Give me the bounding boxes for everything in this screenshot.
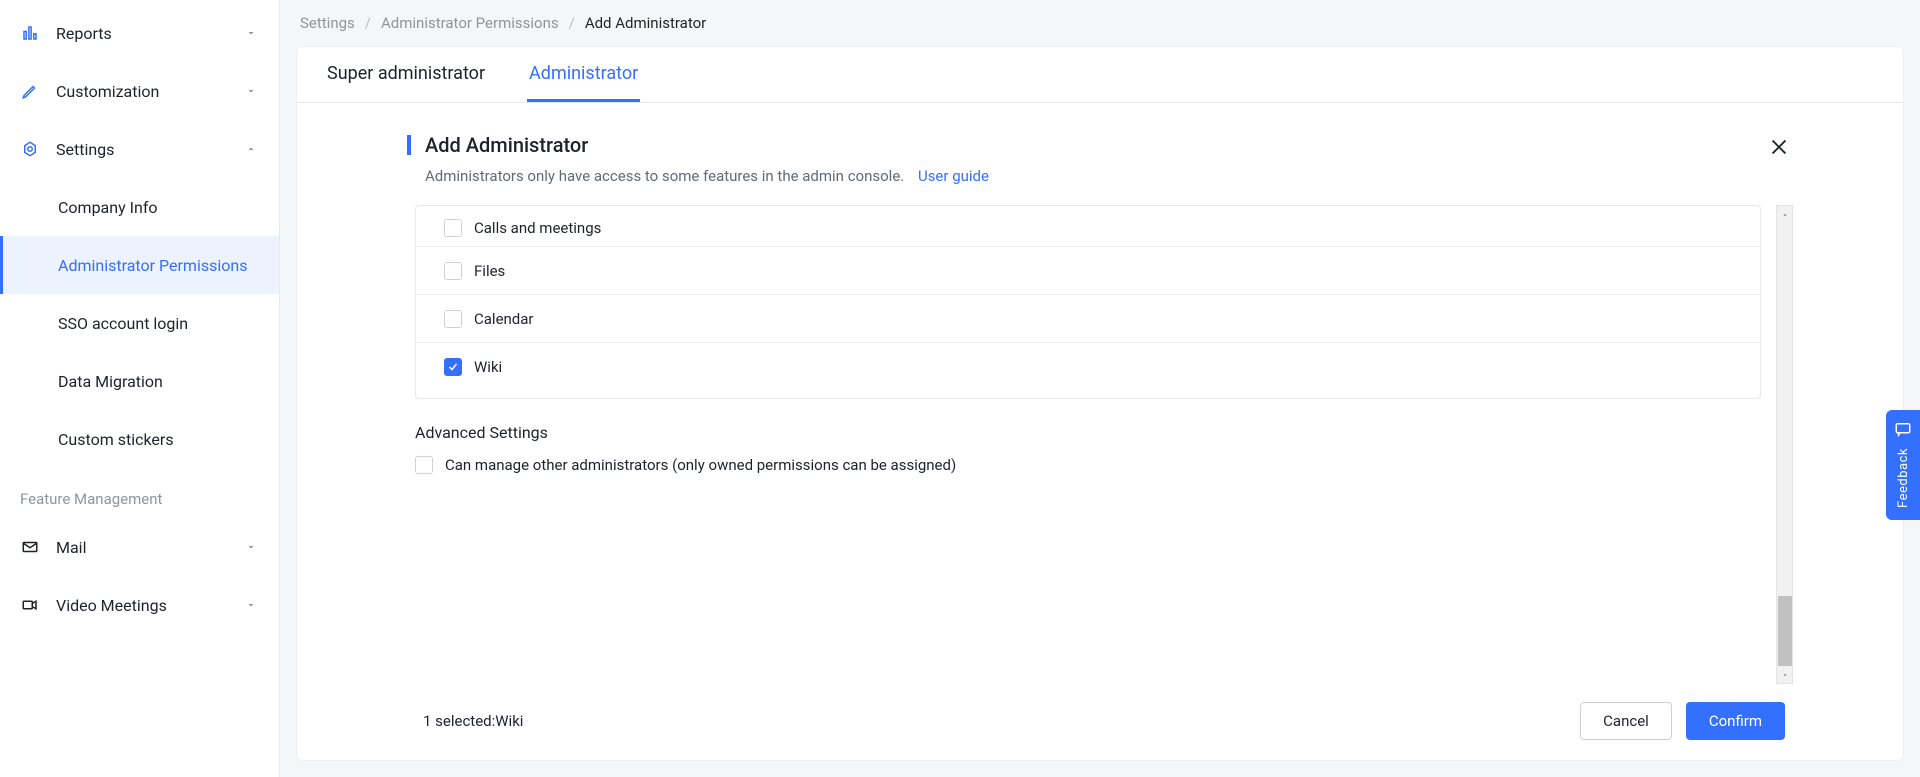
chart-icon <box>20 23 40 43</box>
checkbox[interactable] <box>444 262 462 280</box>
panel: Super administrator Administrator Add Ad… <box>296 46 1904 761</box>
sidebar-sub-company-info[interactable]: Company Info <box>0 178 279 236</box>
sidebar-label: Reports <box>56 24 112 43</box>
pencil-icon <box>20 81 40 101</box>
perm-label: Calendar <box>474 310 534 328</box>
selected-summary: 1 selected:Wiki <box>423 712 523 730</box>
content: Add Administrator Administrators only ha… <box>297 103 1903 760</box>
main: Settings / Administrator Permissions / A… <box>280 0 1920 777</box>
checkbox[interactable] <box>444 310 462 328</box>
tabs: Super administrator Administrator <box>297 47 1903 103</box>
perm-row-calendar[interactable]: Calendar <box>416 294 1760 342</box>
checkbox[interactable] <box>415 456 433 474</box>
breadcrumb-current: Add Administrator <box>585 14 706 32</box>
feedback-tab[interactable]: Feedback <box>1886 410 1920 520</box>
tab-admin[interactable]: Administrator <box>527 47 640 102</box>
feedback-icon <box>1894 420 1912 442</box>
perm-label: Files <box>474 262 505 280</box>
sidebar-item-reports[interactable]: Reports <box>0 4 279 62</box>
chevron-down-icon <box>243 597 259 613</box>
tab-super-admin[interactable]: Super administrator <box>325 47 487 102</box>
sidebar-sub-admin-permissions[interactable]: Administrator Permissions <box>0 236 279 294</box>
advanced-heading: Advanced Settings <box>415 423 1769 442</box>
cancel-button[interactable]: Cancel <box>1580 702 1672 740</box>
perm-row-calls[interactable]: Calls and meetings <box>416 206 1760 246</box>
confirm-button[interactable]: Confirm <box>1686 702 1785 740</box>
user-guide-link[interactable]: User guide <box>918 167 989 185</box>
video-icon <box>20 595 40 615</box>
page-title: Add Administrator <box>407 133 989 157</box>
close-button[interactable] <box>1765 133 1793 161</box>
permissions-block: Calls and meetings Files <box>415 205 1761 399</box>
sidebar-sub-label: Data Migration <box>58 372 163 391</box>
sidebar-sub-data-migration[interactable]: Data Migration <box>0 352 279 410</box>
sidebar-sub-sso[interactable]: SSO account login <box>0 294 279 352</box>
breadcrumb-sep: / <box>365 14 371 32</box>
sidebar-sub-custom-stickers[interactable]: Custom stickers <box>0 410 279 468</box>
feedback-label: Feedback <box>1896 448 1911 508</box>
title-accent-bar <box>407 135 411 155</box>
close-icon <box>1768 136 1790 158</box>
gear-icon <box>20 139 40 159</box>
page-subtitle: Administrators only have access to some … <box>425 167 989 185</box>
sidebar-sub-label: Company Info <box>58 198 158 217</box>
sidebar-label: Customization <box>56 82 159 101</box>
scroll-up-arrow[interactable] <box>1777 206 1792 223</box>
advanced-row-manage-others[interactable]: Can manage other administrators (only ow… <box>415 456 1769 474</box>
sidebar-item-mail[interactable]: Mail <box>0 518 279 576</box>
perm-row-files[interactable]: Files <box>416 246 1760 294</box>
breadcrumb: Settings / Administrator Permissions / A… <box>280 0 1920 46</box>
chevron-up-icon <box>243 141 259 157</box>
sidebar-sub-label: Administrator Permissions <box>58 256 247 275</box>
sidebar-sub-label: SSO account login <box>58 314 188 333</box>
sidebar-item-customization[interactable]: Customization <box>0 62 279 120</box>
sidebar-sub-label: Custom stickers <box>58 430 174 449</box>
sidebar-label: Video Meetings <box>56 596 167 615</box>
sidebar-section-feature: Feature Management <box>0 468 279 518</box>
perm-row-wiki[interactable]: Wiki <box>416 342 1760 390</box>
breadcrumb-item[interactable]: Administrator Permissions <box>381 14 559 32</box>
subtitle-text: Administrators only have access to some … <box>425 167 904 185</box>
chevron-down-icon <box>243 539 259 555</box>
scroll-thumb[interactable] <box>1778 596 1792 666</box>
sidebar-item-video-meetings[interactable]: Video Meetings <box>0 576 279 634</box>
sidebar-label: Settings <box>56 140 114 159</box>
footer: 1 selected:Wiki Cancel Confirm <box>407 684 1793 760</box>
page-title-text: Add Administrator <box>425 133 588 157</box>
perm-label: Calls and meetings <box>474 219 601 237</box>
advanced-label: Can manage other administrators (only ow… <box>445 456 956 474</box>
sidebar-label: Mail <box>56 538 86 557</box>
checkbox-checked[interactable] <box>444 358 462 376</box>
sidebar-item-settings[interactable]: Settings <box>0 120 279 178</box>
perm-label: Wiki <box>474 358 502 376</box>
chevron-down-icon <box>243 83 259 99</box>
scroll-down-arrow[interactable] <box>1777 666 1792 683</box>
mail-icon <box>20 537 40 557</box>
breadcrumb-item[interactable]: Settings <box>300 14 355 32</box>
scrollbar[interactable] <box>1776 205 1793 684</box>
breadcrumb-sep: / <box>569 14 575 32</box>
checkbox[interactable] <box>444 219 462 237</box>
sidebar: Reports Customization Settings Com <box>0 0 280 777</box>
chevron-down-icon <box>243 25 259 41</box>
